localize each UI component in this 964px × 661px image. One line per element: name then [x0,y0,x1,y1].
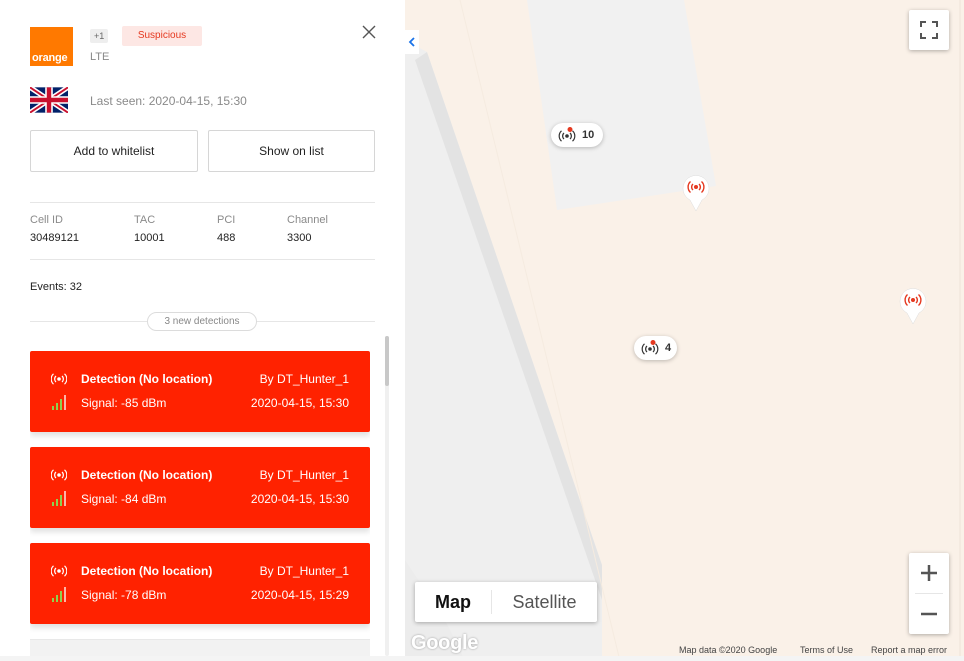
cluster-marker[interactable]: 4 [634,336,677,360]
status-badge: Suspicious [122,26,202,46]
detection-card[interactable]: Detection (No location) By DT_Hunter_1 S… [30,543,370,624]
detection-signal: Signal: -78 dBm [81,588,167,602]
pci-label: PCI [217,214,236,226]
cell-tower-pin-icon[interactable] [898,285,928,325]
zoom-control [909,553,949,634]
show-on-list-button[interactable]: Show on list [208,130,375,172]
map-tiles [405,0,961,661]
pci-field: PCI 488 [217,214,235,244]
detection-author: By DT_Hunter_1 [259,372,349,386]
map-type-satellite-button[interactable]: Satellite [492,582,597,622]
detection-author: By DT_Hunter_1 [259,564,349,578]
map-type-control: Map Satellite [415,582,597,622]
detection-time: 2020-04-15, 15:30 [250,492,349,506]
cell-detail-panel: orange +1 Suspicious LTE Last seen: 2020… [0,0,405,661]
broadcast-icon [558,127,576,142]
window-bottom-edge [0,656,964,661]
operator-logo: orange [30,27,73,66]
detection-title: Detection (No location) [81,468,213,482]
cell-id-label: Cell ID [30,214,64,226]
minus-icon [921,612,937,616]
google-logo: Google [411,632,479,654]
tac-field: TAC 10001 [134,214,165,244]
scrollbar-thumb[interactable] [385,336,389,386]
divider [30,259,375,260]
chevron-left-icon [408,37,415,47]
new-detections-badge[interactable]: 3 new detections [147,312,257,331]
detection-card[interactable]: Detection (No location) By DT_Hunter_1 S… [30,351,370,432]
broadcast-icon [51,469,67,481]
tac-value: 10001 [134,232,165,244]
cluster-count: 10 [582,129,595,141]
zoom-in-button[interactable] [909,553,949,593]
events-count: Events: 32 [30,281,82,293]
last-seen-text: Last seen: 2020-04-15, 15:30 [90,94,247,108]
next-card-peek [30,639,370,656]
add-to-whitelist-button[interactable]: Add to whitelist [30,130,198,172]
detection-author: By DT_Hunter_1 [259,468,349,482]
signal-strength-icon [52,491,66,506]
collapse-panel-button[interactable] [405,30,419,54]
channel-field: Channel 3300 [287,214,328,244]
zoom-out-button[interactable] [909,594,949,634]
fullscreen-button[interactable] [909,10,949,50]
extra-count-badge: +1 [90,29,109,43]
terms-of-use-link[interactable]: Terms of Use [800,645,853,655]
broadcast-icon [51,373,67,385]
detection-list: Detection (No location) By DT_Hunter_1 S… [30,351,370,656]
detection-signal: Signal: -85 dBm [81,396,167,410]
detection-card[interactable]: Detection (No location) By DT_Hunter_1 S… [30,447,370,528]
technology-label: LTE [90,51,110,63]
pci-value: 488 [217,232,236,244]
detection-signal: Signal: -84 dBm [81,492,167,506]
channel-label: Channel [287,214,328,226]
detection-time: 2020-04-15, 15:29 [250,588,349,602]
broadcast-icon [51,565,67,577]
operator-logo-text: orange [32,52,68,64]
broadcast-icon [641,340,659,355]
detection-title: Detection (No location) [81,372,213,386]
cluster-marker[interactable]: 10 [551,123,603,147]
detection-time: 2020-04-15, 15:30 [250,396,349,410]
cluster-count: 4 [665,342,672,354]
signal-strength-icon [52,395,66,410]
close-icon[interactable] [360,23,378,41]
divider [30,202,375,203]
uk-flag-icon [30,87,68,113]
map-data-attribution: Map data ©2020 Google [679,645,778,655]
map-type-map-button[interactable]: Map [415,582,491,622]
report-map-error-link[interactable]: Report a map error [871,645,947,655]
cell-tower-pin-icon[interactable] [681,172,711,212]
detection-title: Detection (No location) [81,564,213,578]
channel-value: 3300 [287,232,312,244]
fullscreen-icon [920,21,938,39]
plus-icon [921,565,937,581]
map-canvas[interactable]: 10 4 [405,0,964,661]
tac-label: TAC [134,214,156,226]
signal-strength-icon [52,587,66,602]
cell-id-value: 30489121 [30,232,79,244]
cell-id-field: Cell ID 30489121 [30,214,79,244]
